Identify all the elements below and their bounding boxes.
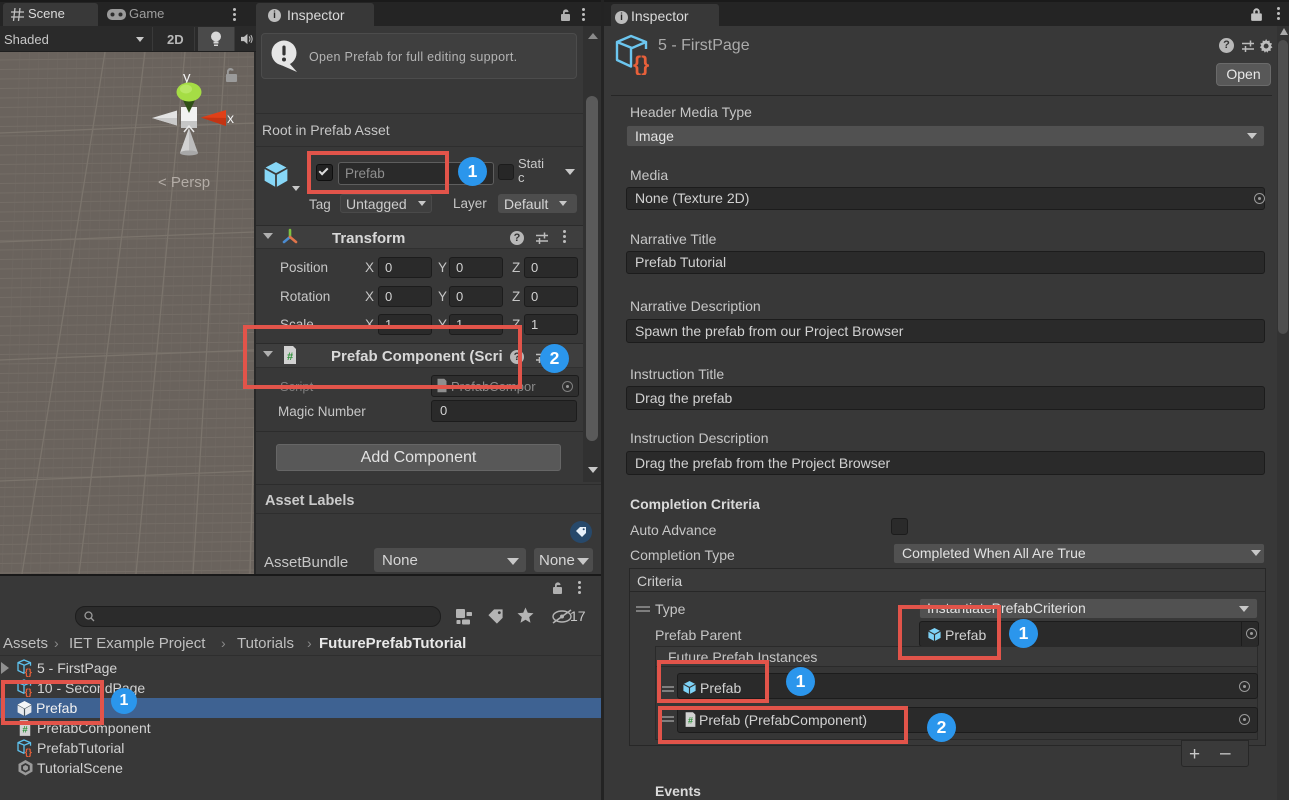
svg-text:#: # — [22, 724, 28, 735]
svg-text:x: x — [227, 110, 234, 126]
svg-text:{}: {} — [633, 53, 649, 75]
svg-text:< Persp: < Persp — [158, 174, 210, 191]
svg-text:{}: {} — [25, 747, 33, 757]
svg-text:{}: {} — [25, 667, 33, 677]
